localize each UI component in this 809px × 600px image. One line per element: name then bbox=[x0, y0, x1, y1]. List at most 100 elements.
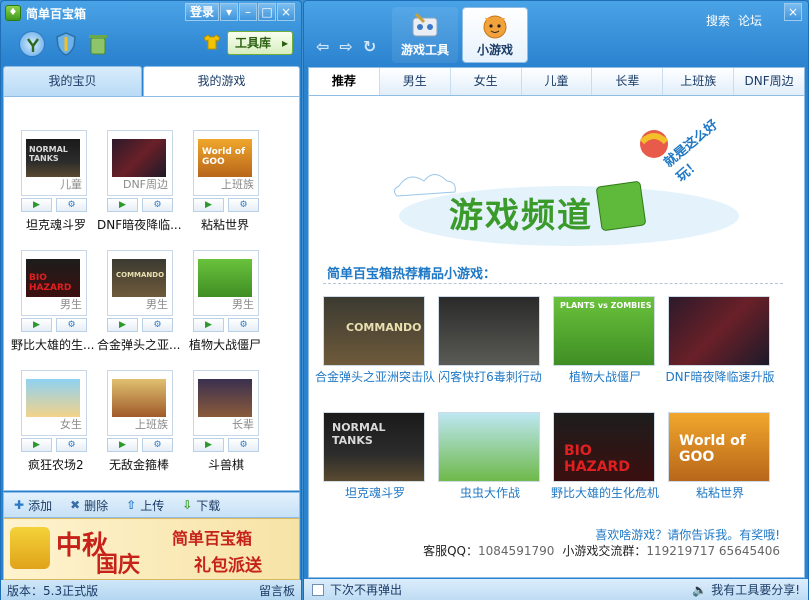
tab-my-treasures[interactable]: 我的宝贝 bbox=[3, 66, 142, 96]
upload-button[interactable]: ⇧ 上传 bbox=[126, 497, 164, 514]
rec-game-item[interactable]: 闪客快打6毒刺行动 bbox=[438, 296, 542, 404]
play-icon[interactable]: ▶ bbox=[21, 438, 52, 452]
tab-dnf[interactable]: DNF周边 bbox=[734, 68, 804, 95]
rec-game-name[interactable]: 闪客快打6毒刺行动 bbox=[428, 370, 552, 384]
refresh-icon[interactable]: ↻ bbox=[363, 37, 376, 56]
normal-tanks-icon: NORMAL TANKS bbox=[26, 139, 80, 177]
window-controls: 登录 ▾ – □ × bbox=[184, 3, 295, 21]
skin-shirt-icon[interactable] bbox=[203, 34, 221, 54]
play-icon[interactable]: ▶ bbox=[107, 438, 138, 452]
add-button[interactable]: ✚ 添加 bbox=[14, 497, 52, 514]
dnf-icon bbox=[112, 139, 166, 177]
rec-game-name[interactable]: 虫虫大作战 bbox=[428, 486, 552, 500]
y-logo-icon[interactable] bbox=[19, 31, 45, 57]
recycle-bin-icon[interactable] bbox=[85, 31, 111, 57]
gift-box-icon bbox=[10, 527, 50, 569]
rec-game-item[interactable]: 虫虫大作战 bbox=[438, 412, 542, 520]
game-thumbnail[interactable]: 女生 bbox=[21, 370, 87, 436]
game-thumbnail[interactable]: 上班族 bbox=[107, 370, 173, 436]
game-item[interactable]: 女生 ▶ ⚙ 疯狂农场2 bbox=[7, 370, 89, 486]
settings-gear-icon[interactable]: ⚙ bbox=[142, 198, 173, 212]
play-icon[interactable]: ▶ bbox=[193, 438, 224, 452]
game-item[interactable]: 长辈 ▶ ⚙ 斗兽棋 bbox=[179, 370, 261, 486]
feedback-link[interactable]: 喜欢啥游戏？请你告诉我。有奖哦! bbox=[595, 526, 780, 543]
rec-game-name[interactable]: DNF暗夜降临速升版 bbox=[658, 370, 782, 384]
toolbox-button[interactable]: 工具库 ▸ bbox=[227, 31, 293, 55]
game-item[interactable]: World of GOO 上班族 ▶ ⚙ 粘粘世界 bbox=[179, 130, 261, 246]
game-thumbnail[interactable]: COMMANDO 男生 bbox=[107, 250, 173, 316]
game-item[interactable]: NORMAL TANKS 儿童 ▶ ⚙ 坦克魂斗罗 bbox=[7, 130, 89, 246]
maximize-icon[interactable]: □ bbox=[258, 3, 276, 21]
play-icon[interactable]: ▶ bbox=[21, 318, 52, 332]
tab-girls[interactable]: 女生 bbox=[451, 68, 522, 95]
game-item[interactable]: DNF周边 ▶ ⚙ DNF暗夜降临... bbox=[93, 130, 182, 246]
play-icon[interactable]: ▶ bbox=[107, 198, 138, 212]
tab-boys[interactable]: 男生 bbox=[380, 68, 451, 95]
close-icon[interactable]: × bbox=[784, 3, 802, 21]
rec-game-item[interactable]: World of GOO 粘粘世界 bbox=[668, 412, 772, 520]
category-tabs: 推荐 男生 女生 儿童 长辈 上班族 DNF周边 bbox=[308, 67, 805, 96]
rec-game-item[interactable]: COMMANDO 合金弹头之亚洲突击队 bbox=[315, 296, 435, 404]
minimize-icon[interactable]: – bbox=[239, 3, 257, 21]
tab-game-tools[interactable]: 游戏工具 bbox=[392, 7, 458, 63]
game-name: 植物大战僵尸 bbox=[189, 338, 262, 352]
rec-game-name[interactable]: 野比大雄的生化危机 bbox=[543, 486, 667, 500]
rec-game-name[interactable]: 粘粘世界 bbox=[658, 486, 782, 500]
tab-recommended[interactable]: 推荐 bbox=[309, 68, 380, 95]
settings-gear-icon[interactable]: ⚙ bbox=[228, 318, 259, 332]
tab-children[interactable]: 儿童 bbox=[522, 68, 593, 95]
game-thumbnail[interactable]: DNF周边 bbox=[107, 130, 173, 196]
play-icon[interactable]: ▶ bbox=[107, 318, 138, 332]
rec-game-item[interactable]: NORMAL TANKS 坦克魂斗罗 bbox=[323, 412, 427, 520]
tab-elders[interactable]: 长辈 bbox=[592, 68, 664, 95]
shield-icon[interactable] bbox=[53, 31, 79, 57]
rec-game-name[interactable]: 植物大战僵尸 bbox=[543, 370, 667, 384]
settings-gear-icon[interactable]: ⚙ bbox=[56, 318, 87, 332]
game-item[interactable]: BIO HAZARD 男生 ▶ ⚙ 野比大雄的生... bbox=[7, 250, 94, 366]
game-thumbnail[interactable]: NORMAL TANKS 儿童 bbox=[21, 130, 87, 196]
play-icon[interactable]: ▶ bbox=[193, 318, 224, 332]
forward-arrow-icon[interactable]: ⇨ bbox=[339, 37, 352, 56]
rec-game-item[interactable]: PLANTS vs ZOMBIES 植物大战僵尸 bbox=[553, 296, 657, 404]
delete-button[interactable]: ✖ 删除 bbox=[70, 497, 108, 514]
settings-gear-icon[interactable]: ⚙ bbox=[56, 198, 87, 212]
settings-gear-icon[interactable]: ⚙ bbox=[142, 438, 173, 452]
share-tool-link[interactable]: 🔈 我有工具要分享! bbox=[692, 581, 800, 598]
game-item[interactable]: COMMANDO 男生 ▶ ⚙ 合金弹头之亚... bbox=[93, 250, 180, 366]
game-buttons: ▶ ⚙ bbox=[107, 318, 173, 332]
rec-game-name[interactable]: 合金弹头之亚洲突击队 bbox=[313, 370, 437, 384]
game-item[interactable]: 男生 ▶ ⚙ 植物大战僵尸 bbox=[179, 250, 261, 366]
rec-game-item[interactable]: DNF暗夜降临速升版 bbox=[665, 296, 775, 404]
dont-show-option[interactable]: 下次不再弹出 bbox=[312, 581, 402, 598]
toolbox-label: 工具库 bbox=[235, 36, 272, 50]
settings-gear-icon[interactable]: ⚙ bbox=[228, 198, 259, 212]
left-status-bar: 版本：5.3正式版 留言板 bbox=[1, 580, 301, 600]
guestbook-link[interactable]: 留言板 bbox=[259, 582, 295, 599]
settings-gear-icon[interactable]: ⚙ bbox=[142, 318, 173, 332]
tab-office-workers[interactable]: 上班族 bbox=[663, 68, 735, 95]
rec-game-item[interactable]: BIO HAZARD 野比大雄的生化危机 bbox=[551, 412, 659, 520]
forum-link[interactable]: 论坛 bbox=[738, 12, 762, 29]
settings-gear-icon[interactable]: ⚙ bbox=[56, 438, 87, 452]
game-item[interactable]: 上班族 ▶ ⚙ 无敌金箍棒 bbox=[93, 370, 175, 486]
play-icon[interactable]: ▶ bbox=[21, 198, 52, 212]
tab-my-games[interactable]: 我的游戏 bbox=[143, 66, 300, 96]
game-thumbnail[interactable]: World of GOO 上班族 bbox=[193, 130, 259, 196]
upload-arrow-icon: ⇧ bbox=[126, 498, 137, 512]
tab-mini-games[interactable]: 小游戏 bbox=[462, 7, 528, 63]
play-icon[interactable]: ▶ bbox=[193, 198, 224, 212]
download-button[interactable]: ⇩ 下载 bbox=[182, 497, 220, 514]
login-button[interactable]: 登录 bbox=[184, 3, 219, 21]
back-arrow-icon[interactable]: ⇦ bbox=[316, 37, 329, 56]
close-icon[interactable]: × bbox=[277, 3, 295, 21]
festival-banner[interactable]: 中秋 国庆 简单百宝箱 礼包派送 bbox=[3, 518, 300, 580]
settings-gear-icon[interactable]: ⚙ bbox=[228, 438, 259, 452]
game-thumbnail[interactable]: 男生 bbox=[193, 250, 259, 316]
speaker-icon: 🔈 bbox=[692, 582, 708, 597]
game-thumbnail[interactable]: 长辈 bbox=[193, 370, 259, 436]
rec-game-name[interactable]: 坦克魂斗罗 bbox=[313, 486, 437, 500]
search-link[interactable]: 搜索 bbox=[706, 12, 730, 29]
game-thumbnail[interactable]: BIO HAZARD 男生 bbox=[21, 250, 87, 316]
dropdown-icon[interactable]: ▾ bbox=[220, 3, 238, 21]
dont-show-checkbox[interactable] bbox=[312, 583, 324, 596]
